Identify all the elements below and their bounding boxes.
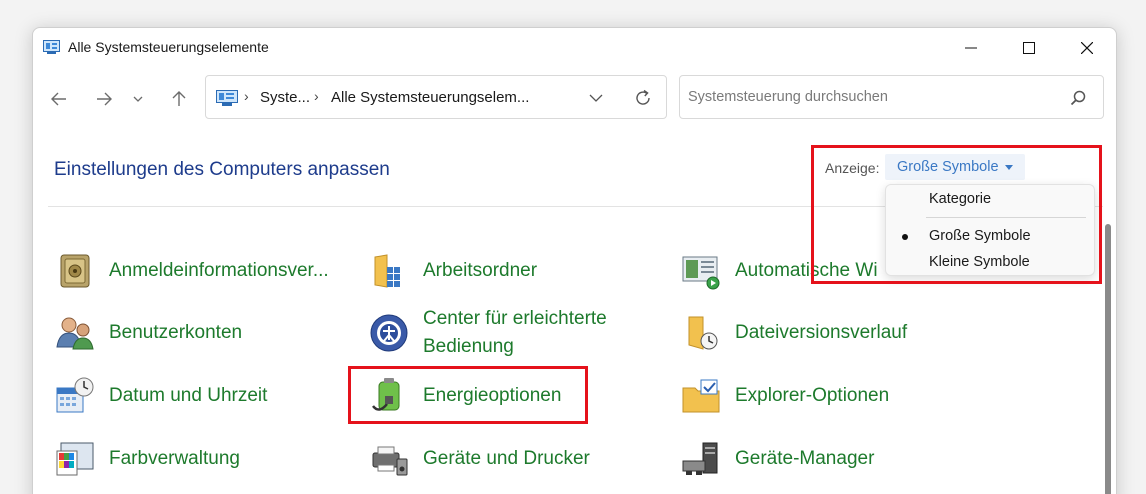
device-manager-icon — [682, 442, 718, 475]
arrow-right-icon — [97, 92, 112, 106]
search-icon[interactable] — [1069, 89, 1087, 107]
arrow-left-icon — [51, 92, 66, 106]
close-button[interactable] — [1057, 28, 1116, 68]
refresh-icon — [636, 89, 650, 105]
maximize-button[interactable] — [999, 28, 1059, 68]
control-panel-window: Alle Systemsteuerungselemente › Syste... — [32, 27, 1117, 494]
user-accounts-icon — [56, 317, 94, 350]
address-bar[interactable]: › Syste... › Alle Systemsteuerungselem..… — [205, 75, 667, 119]
highlight-view-dropdown — [811, 145, 1102, 284]
item-label[interactable]: Explorer-Optionen — [735, 382, 889, 410]
search-box[interactable] — [679, 75, 1104, 119]
refresh-button[interactable] — [630, 86, 656, 110]
item-label[interactable]: Geräte und Drucker — [423, 445, 590, 473]
chevron-down-icon — [133, 96, 143, 102]
item-label[interactable]: Arbeitsordner — [423, 257, 537, 285]
title-bar[interactable]: Alle Systemsteuerungselemente — [33, 28, 1116, 68]
item-ease-of-access[interactable]: Center für erleichterte Bedienung — [369, 307, 643, 359]
chevron-right-icon: › — [244, 88, 249, 104]
item-label[interactable]: Anmeldeinformationsver... — [109, 257, 329, 285]
item-label[interactable]: Dateiversionsverlauf — [735, 319, 907, 347]
item-file-history[interactable]: Dateiversionsverlauf — [681, 307, 907, 359]
back-button[interactable] — [44, 84, 74, 114]
maximize-icon — [1023, 42, 1035, 54]
color-management-icon — [56, 442, 94, 476]
breadcrumb-all-items[interactable]: Alle Systemsteuerungselem... — [331, 89, 529, 106]
close-icon — [1081, 42, 1093, 54]
item-work-folders[interactable]: Arbeitsordner — [369, 245, 537, 297]
breadcrumb-system[interactable]: Syste... — [260, 89, 310, 106]
up-button[interactable] — [164, 84, 194, 114]
item-explorer-options[interactable]: Explorer-Optionen — [681, 370, 889, 422]
credential-vault-icon — [60, 254, 90, 288]
search-input[interactable] — [688, 86, 1048, 108]
work-folders-icon — [374, 254, 400, 288]
file-history-icon — [688, 316, 718, 350]
highlight-power-options — [348, 366, 588, 424]
item-label[interactable]: Datum und Uhrzeit — [109, 382, 267, 410]
page-title: Einstellungen des Computers anpassen — [54, 159, 390, 180]
item-user-accounts[interactable]: Benutzerkonten — [55, 307, 242, 359]
forward-button[interactable] — [89, 84, 119, 114]
address-history-button[interactable] — [584, 88, 608, 108]
item-label[interactable]: Center für erleichterte Bedienung — [423, 305, 643, 361]
control-panel-icon — [216, 90, 238, 106]
item-label[interactable]: Farbverwaltung — [109, 445, 240, 473]
ease-of-access-icon — [370, 314, 408, 352]
item-device-manager[interactable]: Geräte-Manager — [681, 433, 874, 485]
minimize-icon — [965, 47, 977, 49]
item-color-management[interactable]: Farbverwaltung — [55, 433, 240, 485]
control-panel-icon — [43, 40, 60, 54]
vertical-scrollbar[interactable] — [1105, 224, 1111, 494]
autoplay-icon — [682, 256, 720, 290]
item-label[interactable]: Geräte-Manager — [735, 445, 874, 473]
item-label[interactable]: Benutzerkonten — [109, 319, 242, 347]
devices-printers-icon — [372, 446, 408, 476]
window-title: Alle Systemsteuerungselemente — [68, 39, 269, 55]
item-devices-printers[interactable]: Geräte und Drucker — [369, 433, 590, 485]
arrow-up-icon — [172, 91, 186, 106]
minimize-button[interactable] — [941, 28, 1001, 68]
item-date-time[interactable]: Datum und Uhrzeit — [55, 370, 267, 422]
chevron-down-icon — [589, 94, 603, 102]
item-credential-manager[interactable]: Anmeldeinformationsver... — [55, 245, 329, 297]
date-time-icon — [56, 377, 94, 413]
chevron-right-icon: › — [314, 88, 319, 104]
explorer-options-icon — [682, 379, 720, 413]
recent-locations-button[interactable] — [128, 84, 148, 114]
